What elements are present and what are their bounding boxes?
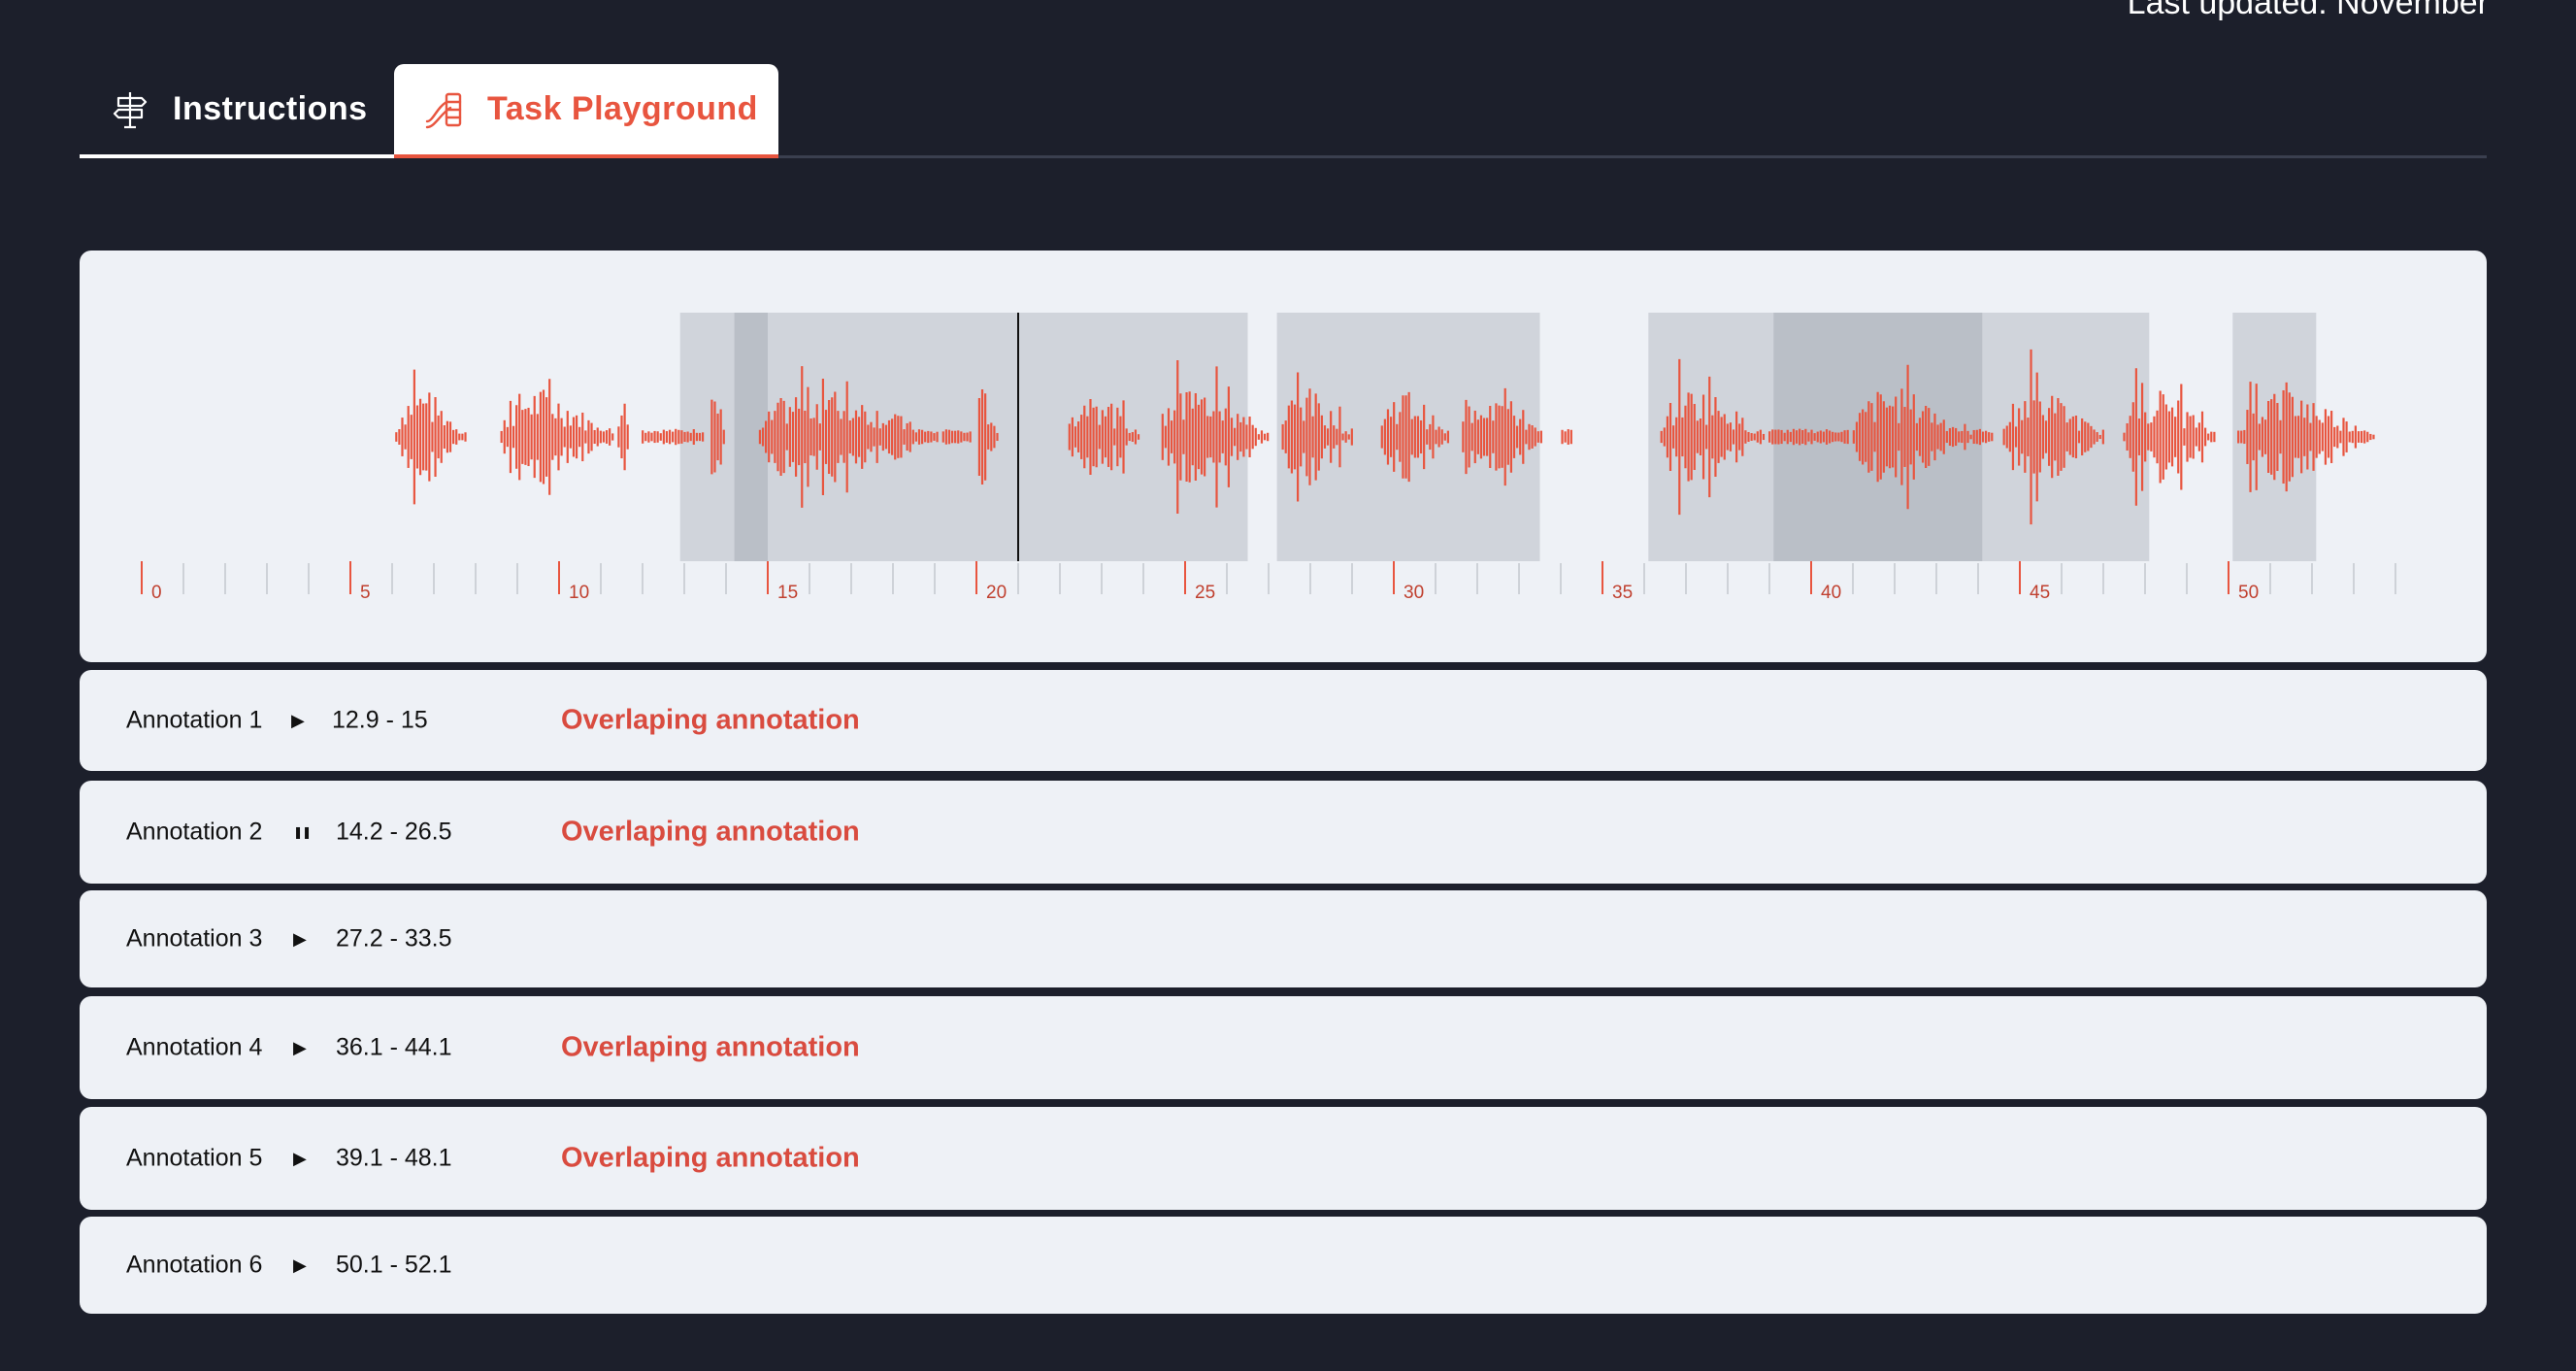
annotation-name: Annotation 5 [126, 1144, 263, 1172]
waveform-panel[interactable]: 0 5 10 15 20 25 30 35 40 45 50 [80, 251, 2487, 662]
annotation-name: Annotation 1 [126, 706, 263, 734]
waveform-canvas[interactable]: 0 5 10 15 20 25 30 35 40 45 50 [80, 251, 2487, 662]
tab-task-playground[interactable]: Task Playground [394, 64, 778, 158]
timeline-tick-label: 25 [1195, 583, 1215, 603]
timeline-tick-label: 45 [2030, 583, 2050, 603]
timeline-tick-label: 30 [1404, 583, 1424, 603]
annotation-row[interactable]: Annotation 2 ❚❚ 14.2 - 26.5 Overlaping anno… [80, 781, 2487, 884]
overlap-warning: Overlaping annotation [561, 1031, 860, 1063]
timeline-tick-label: 50 [2238, 583, 2259, 603]
timeline-tick-label: 15 [777, 583, 798, 603]
annotation-time-range: 50.1 - 52.1 [336, 1251, 452, 1279]
timeline-tick-label: 20 [986, 583, 1007, 603]
last-updated-text: Last updated: November [2127, 0, 2489, 21]
tab-task-playground-label: Task Playground [487, 90, 758, 127]
timeline-tick-label: 40 [1821, 583, 1841, 603]
annotation-name: Annotation 3 [126, 924, 263, 953]
annotation-name: Annotation 6 [126, 1251, 263, 1279]
annotation-time-range: 27.2 - 33.5 [336, 924, 452, 953]
play-icon[interactable]: ▶ [293, 930, 307, 948]
tab-instructions[interactable]: Instructions [80, 64, 394, 158]
timeline-tick-label: 5 [360, 583, 371, 603]
annotation-row[interactable]: Annotation 4 ▶ 36.1 - 44.1 Overlaping annot… [80, 996, 2487, 1099]
tab-bar: Instructions Task Playground [80, 64, 2487, 158]
annotation-row[interactable]: Annotation 5 ▶ 39.1 - 48.1 Overlaping annot… [80, 1107, 2487, 1210]
pause-icon[interactable]: ❚❚ [293, 826, 312, 838]
annotation-time-range: 12.9 - 15 [332, 706, 428, 734]
overlap-warning: Overlaping annotation [561, 704, 860, 736]
annotation-time-range: 39.1 - 48.1 [336, 1144, 452, 1172]
annotation-row[interactable]: Annotation 6 ▶ 50.1 - 52.1 [80, 1217, 2487, 1314]
play-icon[interactable]: ▶ [291, 712, 305, 729]
timeline-tick-label: 10 [569, 583, 589, 603]
annotation-time-range: 14.2 - 26.5 [336, 818, 452, 846]
playground-slide-icon [423, 88, 466, 131]
play-icon[interactable]: ▶ [293, 1256, 307, 1274]
play-icon[interactable]: ▶ [293, 1150, 307, 1167]
overlap-warning: Overlaping annotation [561, 1142, 860, 1174]
overlap-warning: Overlaping annotation [561, 816, 860, 848]
annotation-row[interactable]: Annotation 1 ▶ 12.9 - 15 Overlaping annotat… [80, 670, 2487, 771]
annotation-time-range: 36.1 - 44.1 [336, 1033, 452, 1061]
annotation-row[interactable]: Annotation 3 ▶ 27.2 - 33.5 [80, 890, 2487, 987]
tab-instructions-label: Instructions [173, 90, 368, 127]
play-icon[interactable]: ▶ [293, 1039, 307, 1056]
timeline-tick-label: 0 [151, 583, 162, 603]
annotation-name: Annotation 2 [126, 818, 263, 846]
signpost-icon [109, 88, 151, 131]
timeline-tick-label: 35 [1612, 583, 1633, 603]
annotation-name: Annotation 4 [126, 1033, 263, 1061]
